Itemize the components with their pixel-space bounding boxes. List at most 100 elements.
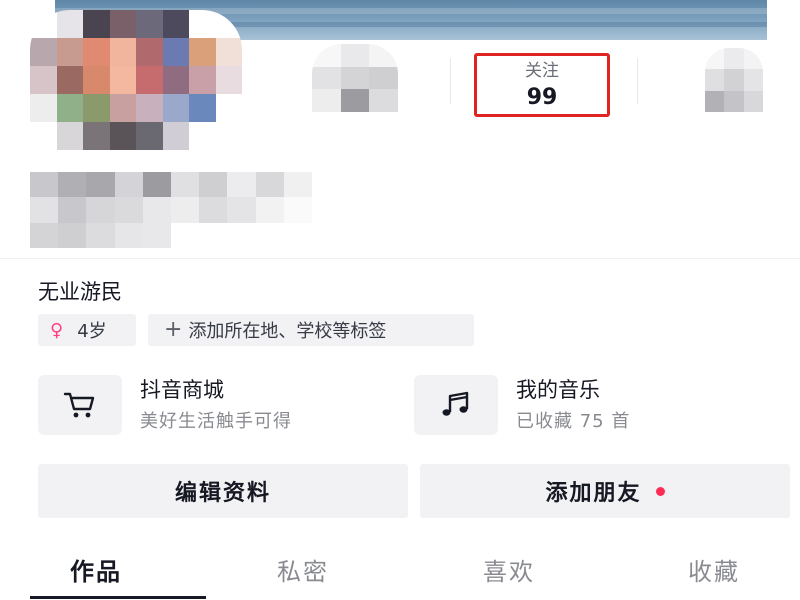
music-note-icon (442, 391, 469, 416)
following-stat[interactable]: 关注 99 (474, 53, 610, 117)
mosaic-tile (743, 90, 763, 112)
mosaic-tile (283, 197, 312, 223)
mosaic-tile (30, 172, 59, 198)
mosaic-tile (724, 90, 744, 112)
mosaic-tile (227, 172, 256, 198)
mosaic-tile (56, 122, 83, 150)
music-entry-icon-box[interactable] (414, 375, 498, 435)
tab-likes[interactable]: 喜欢 (483, 555, 535, 589)
mosaic-tile (171, 222, 200, 248)
mosaic-tile (30, 10, 57, 38)
mosaic-tile (227, 197, 256, 223)
mosaic-tile (227, 222, 256, 248)
mosaic-tile (705, 90, 725, 112)
mosaic-tile (255, 222, 284, 248)
stat-divider (450, 58, 451, 104)
add-friends-button[interactable]: 添加朋友 (420, 464, 790, 518)
mosaic-tile (171, 172, 200, 198)
mosaic-tile (30, 197, 59, 223)
stat-divider (637, 58, 638, 104)
mosaic-tile (30, 66, 57, 94)
mosaic-tile (189, 38, 216, 66)
mosaic-tile (705, 69, 725, 91)
mosaic-tile (255, 197, 284, 223)
mosaic-tile (189, 94, 216, 122)
mosaic-tile (189, 122, 216, 150)
mosaic-tile (56, 66, 83, 94)
section-divider (0, 258, 800, 259)
mosaic-tile (215, 66, 242, 94)
mosaic-tile (369, 89, 398, 112)
mosaic-tile (340, 89, 370, 112)
mosaic-tile (369, 66, 398, 90)
add-tag-button[interactable]: + 添加所在地、学校等标签 (148, 314, 474, 346)
mosaic-tile (114, 222, 143, 248)
mosaic-tile (724, 69, 744, 91)
mosaic-tile (109, 122, 136, 150)
female-icon: ♀ (50, 319, 64, 341)
mosaic-tile (109, 66, 136, 94)
following-count: 99 (526, 85, 558, 110)
mosaic-tile (114, 172, 143, 198)
mosaic-tile (743, 69, 763, 91)
mosaic-tile (136, 122, 163, 150)
mosaic-tile (162, 94, 189, 122)
mosaic-tile (56, 10, 83, 38)
mosaic-tile (189, 66, 216, 94)
mosaic-tile (83, 66, 110, 94)
mosaic-tile (83, 10, 110, 38)
mosaic-tile (30, 222, 59, 248)
mosaic-tile (109, 10, 136, 38)
edit-profile-label: 编辑资料 (174, 481, 271, 506)
tab-works[interactable]: 作品 (70, 555, 122, 589)
plus-icon: + (164, 317, 183, 342)
mosaic-tile (142, 172, 171, 198)
add-tag-label: 添加所在地、学校等标签 (188, 321, 387, 342)
mosaic-tile (109, 94, 136, 122)
shop-title[interactable]: 抖音商城 (140, 377, 224, 403)
mosaic-tile (58, 197, 87, 223)
stat-blurred-right[interactable] (705, 48, 763, 112)
tab-private[interactable]: 私密 (277, 555, 329, 589)
tab-favorites[interactable]: 收藏 (688, 555, 740, 589)
edit-profile-button[interactable]: 编辑资料 (38, 464, 408, 518)
age-tag[interactable]: ♀ 4岁 (38, 314, 136, 346)
mosaic-tile (705, 48, 725, 70)
avatar[interactable] (30, 10, 242, 150)
mosaic-tile (199, 172, 228, 198)
mosaic-tile (83, 122, 110, 150)
mosaic-tile (215, 94, 242, 122)
nickname-blurred (30, 172, 312, 248)
stat-blurred-left[interactable] (312, 44, 398, 112)
mosaic-tile (199, 197, 228, 223)
mosaic-tile (30, 94, 57, 122)
music-title[interactable]: 我的音乐 (516, 377, 600, 403)
mosaic-tile (86, 222, 115, 248)
shop-entry-icon-box[interactable] (38, 375, 122, 435)
add-friends-label: 添加朋友 (545, 481, 642, 506)
mosaic-tile (136, 38, 163, 66)
mosaic-tile (255, 172, 284, 198)
mosaic-tile (189, 10, 216, 38)
mosaic-tile (283, 222, 312, 248)
age-label: 4岁 (77, 321, 107, 342)
mosaic-tile (724, 48, 744, 70)
mosaic-tile (215, 38, 242, 66)
mosaic-tile (340, 44, 370, 67)
mosaic-tile (312, 44, 341, 67)
mosaic-tile (162, 10, 189, 38)
mosaic-tile (136, 66, 163, 94)
mosaic-tile (58, 172, 87, 198)
mosaic-tile (83, 38, 110, 66)
mosaic-tile (312, 66, 341, 90)
mosaic-tile (136, 94, 163, 122)
mosaic-tile (86, 197, 115, 223)
shopping-cart-icon (63, 392, 95, 418)
mosaic-tile (312, 89, 341, 112)
mosaic-tile (58, 222, 87, 248)
mosaic-tile (171, 197, 200, 223)
mosaic-tile (114, 197, 143, 223)
mosaic-tile (56, 94, 83, 122)
active-tab-indicator (30, 596, 206, 599)
bio-text[interactable]: 无业游民 (38, 278, 122, 306)
